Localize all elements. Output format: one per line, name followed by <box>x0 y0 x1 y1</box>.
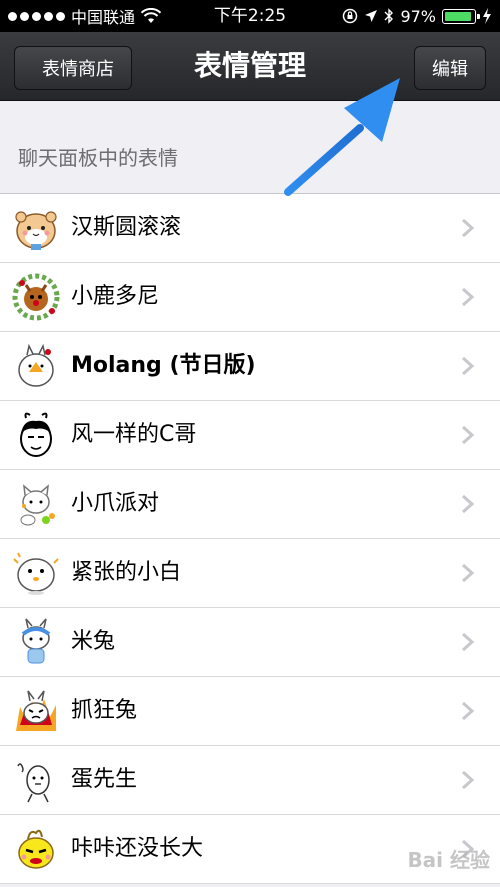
chevron-right-icon <box>462 287 475 307</box>
list-item[interactable]: 小爪派对 <box>0 470 500 539</box>
list-item[interactable]: 蛋先生 <box>0 746 500 815</box>
sticker-name: 米兔 <box>71 629 116 654</box>
sticker-name: 抓狂兔 <box>71 698 138 723</box>
navigation-bar: 表情商店 表情管理 编辑 <box>0 32 500 101</box>
status-right: 97% <box>342 0 492 32</box>
list-item[interactable]: 汉斯圆滚滚 <box>0 194 500 263</box>
hamster-sticker-icon <box>15 211 57 250</box>
rotation-lock-icon <box>343 8 358 24</box>
edit-button-label: 编辑 <box>432 59 468 80</box>
sticker-name: 汉斯圆滚滚 <box>71 215 182 240</box>
list-item[interactable]: 紧张的小白 <box>0 539 500 608</box>
molang-sticker-icon <box>18 343 54 387</box>
charging-icon <box>483 8 491 24</box>
crazy-rabbit-sticker-icon <box>16 690 56 731</box>
chevron-right-icon <box>462 770 475 790</box>
deer-sticker-icon <box>12 273 60 321</box>
battery-level <box>445 11 471 21</box>
chevron-right-icon <box>462 632 475 652</box>
sticker-name: 小鹿多尼 <box>71 284 160 309</box>
back-button[interactable]: 表情商店 <box>14 46 132 90</box>
sticker-name: 风一样的C哥 <box>71 422 197 447</box>
nervous-white-sticker-icon <box>13 552 59 595</box>
edit-button[interactable]: 编辑 <box>414 46 486 90</box>
chevron-right-icon <box>462 701 475 721</box>
sticker-name: 蛋先生 <box>71 767 138 792</box>
chevron-right-icon <box>462 356 475 376</box>
c-brother-sticker-icon <box>20 412 52 457</box>
sticker-name: 小爪派对 <box>71 491 160 516</box>
list-item[interactable]: 米兔 <box>0 608 500 677</box>
bluetooth-icon <box>384 8 394 24</box>
sticker-name: 咔咔还没长大 <box>71 836 204 861</box>
kaka-sticker-icon <box>18 829 54 869</box>
list-item[interactable]: Molang (节日版) <box>0 332 500 401</box>
chevron-right-icon <box>462 563 475 583</box>
back-button-label: 表情商店 <box>42 59 114 80</box>
list-item[interactable]: 风一样的C哥 <box>0 401 500 470</box>
mi-rabbit-sticker-icon <box>21 618 51 664</box>
sticker-name: 紧张的小白 <box>71 560 182 585</box>
watermark: Bai 经验 <box>407 848 490 872</box>
battery-icon <box>442 8 480 24</box>
list-item[interactable]: 抓狂兔 <box>0 677 500 746</box>
status-bar: 中国联通 下午2:25 97% <box>0 0 500 32</box>
chevron-right-icon <box>462 218 475 238</box>
section-header: 聊天面板中的表情 <box>18 146 178 170</box>
location-icon <box>365 10 378 22</box>
chevron-right-icon <box>462 425 475 445</box>
chevron-right-icon <box>462 494 475 514</box>
annotation-arrow-icon <box>284 78 400 196</box>
sticker-name: Molang (节日版) <box>71 353 256 378</box>
sticker-list: 汉斯圆滚滚 小鹿多尼 Molang (节日版) 风一样的C哥 小爪派对 紧张的小… <box>0 193 500 884</box>
list-item[interactable]: 小鹿多尼 <box>0 263 500 332</box>
egg-sticker-icon <box>17 763 50 803</box>
battery-percent: 97% <box>400 6 436 26</box>
cat-party-sticker-icon <box>20 484 55 526</box>
